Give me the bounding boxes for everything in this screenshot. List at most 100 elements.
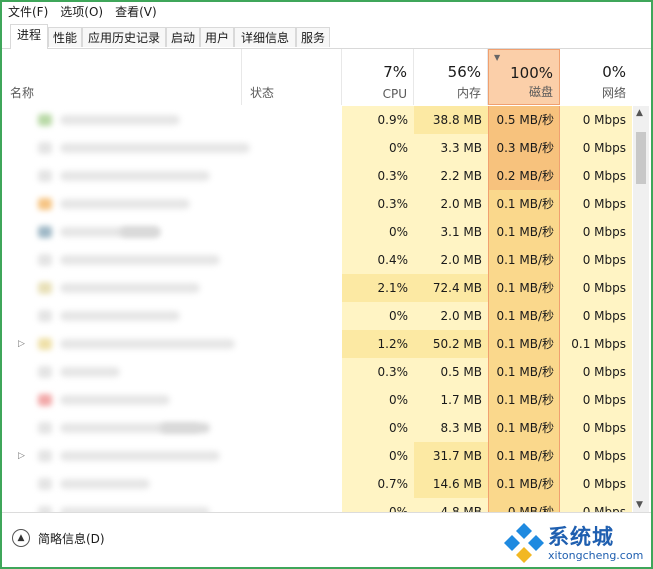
memory-cell: 2.2 MB xyxy=(414,162,488,190)
scroll-down-icon[interactable]: ▼ xyxy=(636,500,643,510)
process-name-redacted xyxy=(60,171,210,181)
watermark-logo-icon xyxy=(504,523,544,563)
process-row[interactable]: 0% 4.8 MB 0 MB/秒 0 Mbps xyxy=(2,498,632,512)
disk-total-percent: 100% xyxy=(510,64,553,82)
network-cell: 0 Mbps xyxy=(560,358,632,386)
process-name-redacted xyxy=(160,423,210,433)
memory-column-label: 内存 xyxy=(456,86,481,100)
disk-cell: 0.1 MB/秒 xyxy=(488,414,560,442)
process-icon xyxy=(38,394,52,406)
process-row[interactable]: 0% 8.3 MB 0.1 MB/秒 0 Mbps xyxy=(2,414,632,442)
disk-cell: 0.2 MB/秒 xyxy=(488,162,560,190)
process-name-redacted xyxy=(60,339,235,349)
network-cell: 0.1 Mbps xyxy=(560,330,632,358)
process-row[interactable]: 0% 3.1 MB 0.1 MB/秒 0 Mbps xyxy=(2,218,632,246)
disk-cell: 0.1 MB/秒 xyxy=(488,330,560,358)
cpu-cell: 0% xyxy=(342,302,414,330)
column-header-network[interactable]: 0% 网络 xyxy=(560,49,632,105)
memory-cell: 50.2 MB xyxy=(414,330,488,358)
vertical-scrollbar[interactable]: ▲ ▼ xyxy=(633,106,649,512)
expand-arrow-icon[interactable]: ▷ xyxy=(18,330,25,358)
menu-file[interactable]: 文件(F) xyxy=(2,2,54,22)
fewer-details-button[interactable]: ▲ 简略信息(D) xyxy=(12,527,105,549)
network-cell: 0 Mbps xyxy=(560,190,632,218)
process-row[interactable]: 0% 1.7 MB 0.1 MB/秒 0 Mbps xyxy=(2,386,632,414)
memory-total-percent: 56% xyxy=(447,63,481,81)
process-name-redacted xyxy=(60,451,220,461)
task-manager-window: 文件(F) 选项(O) 查看(V) 进程 性能 应用历史记录 启动 用户 详细信… xyxy=(2,2,651,567)
process-row[interactable]: 0.3% 2.2 MB 0.2 MB/秒 0 Mbps xyxy=(2,162,632,190)
scroll-up-icon[interactable]: ▲ xyxy=(636,108,643,118)
memory-cell: 72.4 MB xyxy=(414,274,488,302)
column-header-status[interactable]: 状态 xyxy=(242,49,342,105)
network-cell: 0 Mbps xyxy=(560,414,632,442)
network-total-percent: 0% xyxy=(602,63,626,81)
disk-cell: 0.1 MB/秒 xyxy=(488,218,560,246)
process-icon xyxy=(38,114,52,126)
network-cell: 0 Mbps xyxy=(560,274,632,302)
cpu-cell: 0.7% xyxy=(342,470,414,498)
disk-cell: 0.1 MB/秒 xyxy=(488,190,560,218)
column-header-disk[interactable]: ▼ 100% 磁盘 xyxy=(488,49,560,105)
cpu-cell: 0.3% xyxy=(342,162,414,190)
network-cell: 0 Mbps xyxy=(560,302,632,330)
process-name-redacted xyxy=(60,199,190,209)
network-cell: 0 Mbps xyxy=(560,106,632,134)
process-list: 0.9% 38.8 MB 0.5 MB/秒 0 Mbps 0% 3.3 MB 0.3 MB/… xyxy=(2,106,632,512)
process-row[interactable]: 0.3% 0.5 MB 0.1 MB/秒 0 Mbps xyxy=(2,358,632,386)
cpu-cell: 0.4% xyxy=(342,246,414,274)
cpu-cell: 1.2% xyxy=(342,330,414,358)
tab-app-history[interactable]: 应用历史记录 xyxy=(82,27,166,47)
network-cell: 0 Mbps xyxy=(560,218,632,246)
process-icon xyxy=(38,310,52,322)
process-icon xyxy=(38,422,52,434)
tab-users[interactable]: 用户 xyxy=(200,27,234,47)
process-row[interactable]: 0% 3.3 MB 0.3 MB/秒 0 Mbps xyxy=(2,134,632,162)
column-header-cpu[interactable]: 7% CPU xyxy=(342,49,414,105)
scroll-thumb[interactable] xyxy=(636,132,646,184)
cpu-cell: 0% xyxy=(342,134,414,162)
memory-cell: 2.0 MB xyxy=(414,190,488,218)
tab-performance[interactable]: 性能 xyxy=(48,27,82,47)
process-row[interactable]: 2.1% 72.4 MB 0.1 MB/秒 0 Mbps xyxy=(2,274,632,302)
tab-services[interactable]: 服务 xyxy=(296,27,330,47)
cpu-cell: 0% xyxy=(342,442,414,470)
disk-column-border xyxy=(488,106,489,512)
process-row[interactable]: 0.4% 2.0 MB 0.1 MB/秒 0 Mbps xyxy=(2,246,632,274)
process-icon xyxy=(38,366,52,378)
column-header-name[interactable]: 名称 xyxy=(2,49,242,105)
memory-cell: 2.0 MB xyxy=(414,246,488,274)
process-row[interactable]: 0.3% 2.0 MB 0.1 MB/秒 0 Mbps xyxy=(2,190,632,218)
tab-startup[interactable]: 启动 xyxy=(166,27,200,47)
column-header-memory[interactable]: 56% 内存 xyxy=(414,49,488,105)
cpu-cell: 0% xyxy=(342,218,414,246)
cpu-total-percent: 7% xyxy=(383,63,407,81)
process-name-redacted xyxy=(60,283,200,293)
menu-options[interactable]: 选项(O) xyxy=(54,2,109,22)
process-row[interactable]: 0% 2.0 MB 0.1 MB/秒 0 Mbps xyxy=(2,302,632,330)
network-cell: 0 Mbps xyxy=(560,498,632,512)
memory-cell: 2.0 MB xyxy=(414,302,488,330)
column-header-row: 名称 状态 7% CPU 56% 内存 ▼ 100% 磁盘 0% 网络 xyxy=(2,49,651,105)
process-name-redacted xyxy=(60,311,180,321)
memory-cell: 3.1 MB xyxy=(414,218,488,246)
memory-cell: 4.8 MB xyxy=(414,498,488,512)
process-row[interactable]: ▷ 0% 31.7 MB 0.1 MB/秒 0 Mbps xyxy=(2,442,632,470)
process-name-redacted xyxy=(60,143,250,153)
memory-cell: 1.7 MB xyxy=(414,386,488,414)
process-row[interactable]: 0.7% 14.6 MB 0.1 MB/秒 0 Mbps xyxy=(2,470,632,498)
disk-cell: 0.1 MB/秒 xyxy=(488,302,560,330)
network-cell: 0 Mbps xyxy=(560,162,632,190)
disk-cell: 0 MB/秒 xyxy=(488,498,560,512)
network-cell: 0 Mbps xyxy=(560,470,632,498)
tab-bar: 进程 性能 应用历史记录 启动 用户 详细信息 服务 xyxy=(2,24,651,49)
cpu-column-label: CPU xyxy=(382,87,407,101)
tab-processes[interactable]: 进程 xyxy=(10,24,48,49)
expand-arrow-icon[interactable]: ▷ xyxy=(18,442,25,470)
process-row[interactable]: ▷ 1.2% 50.2 MB 0.1 MB/秒 0.1 Mbps xyxy=(2,330,632,358)
menu-view[interactable]: 查看(V) xyxy=(109,2,163,22)
process-row[interactable]: 0.9% 38.8 MB 0.5 MB/秒 0 Mbps xyxy=(2,106,632,134)
cpu-cell: 0% xyxy=(342,386,414,414)
fewer-details-label: 简略信息(D) xyxy=(38,531,105,546)
tab-details[interactable]: 详细信息 xyxy=(234,27,296,47)
